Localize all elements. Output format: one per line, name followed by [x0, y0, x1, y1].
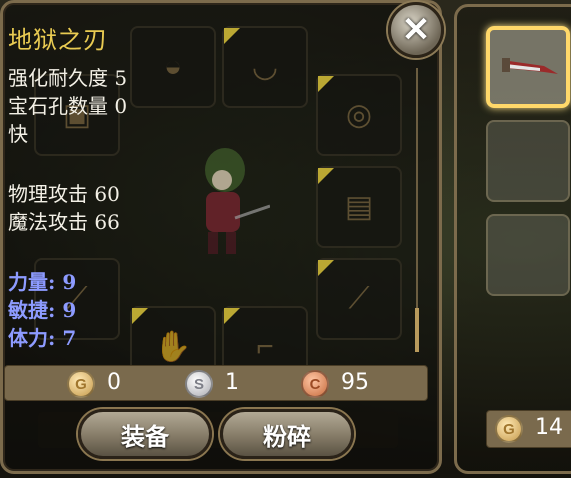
- shatter-button-label: 粉碎: [263, 422, 311, 451]
- side-gold-counter: G 14: [486, 410, 571, 448]
- chest-armor-icon: ▤: [344, 190, 374, 224]
- close-button[interactable]: ✕: [388, 2, 444, 58]
- equip-button-label: 装备: [121, 422, 169, 451]
- price-bar: G 0 S 1 C 95: [4, 365, 428, 401]
- slot-corner-mark: [224, 308, 240, 324]
- gold-coin-icon: G: [67, 370, 95, 398]
- gold-amount: 0: [107, 370, 121, 395]
- info-scrollbar[interactable]: [415, 68, 419, 352]
- equipment-slot-helmet[interactable]: ◒: [130, 26, 216, 108]
- slot-corner-mark: [318, 168, 334, 184]
- inventory-slot-empty[interactable]: [486, 214, 570, 296]
- character-portrait: [205, 148, 270, 254]
- ring-icon: ◎: [345, 98, 373, 132]
- scrollbar-thumb[interactable]: [415, 308, 419, 352]
- silver-amount: 1: [225, 370, 239, 395]
- copper-amount: 95: [341, 370, 369, 395]
- stat-magic-attack: 魔法攻击 66: [8, 210, 120, 234]
- equip-button[interactable]: 装备: [78, 409, 212, 459]
- slot-corner-mark: [318, 76, 334, 92]
- attribute-agility: 敏捷: 9: [8, 298, 77, 322]
- gloves-icon: ✋: [154, 330, 192, 364]
- blade-icon: ⟋: [348, 282, 370, 315]
- attribute-strength: 力量: 9: [8, 270, 77, 294]
- slot-corner-mark: [132, 308, 148, 324]
- copper-coin-icon: C: [301, 370, 329, 398]
- helmet-icon: ◒: [163, 50, 183, 83]
- attribute-stamina: 体力: 7: [8, 326, 77, 350]
- side-gold-amount: 14: [535, 415, 563, 440]
- inventory-slot-selected[interactable]: [486, 26, 570, 108]
- item-name: 地狱之刃: [8, 26, 108, 54]
- stat-speed: 快: [8, 122, 28, 146]
- stat-physical-attack: 物理攻击 60: [8, 182, 120, 206]
- silver-coin-icon: S: [185, 370, 213, 398]
- gold-coin-icon: G: [495, 415, 523, 443]
- stat-enhance-durability: 强化耐久度 5: [8, 66, 128, 90]
- slot-corner-mark: [318, 260, 334, 276]
- necklace-icon: ◡: [251, 50, 279, 84]
- hell-blade-icon: [502, 58, 558, 74]
- stat-gem-slots: 宝石孔数量 0: [8, 94, 128, 118]
- shatter-button[interactable]: 粉碎: [220, 409, 354, 459]
- slot-corner-mark: [224, 28, 240, 44]
- equipment-slot-offhand[interactable]: ⟋: [316, 258, 402, 340]
- close-icon: ✕: [401, 11, 431, 49]
- equipment-slot-chest[interactable]: ▤: [316, 166, 402, 248]
- boots-icon: ⌐: [256, 330, 274, 363]
- inventory-slot-empty[interactable]: [486, 120, 570, 202]
- equipment-slot-necklace[interactable]: ◡: [222, 26, 308, 108]
- equipment-slot-ring[interactable]: ◎: [316, 74, 402, 156]
